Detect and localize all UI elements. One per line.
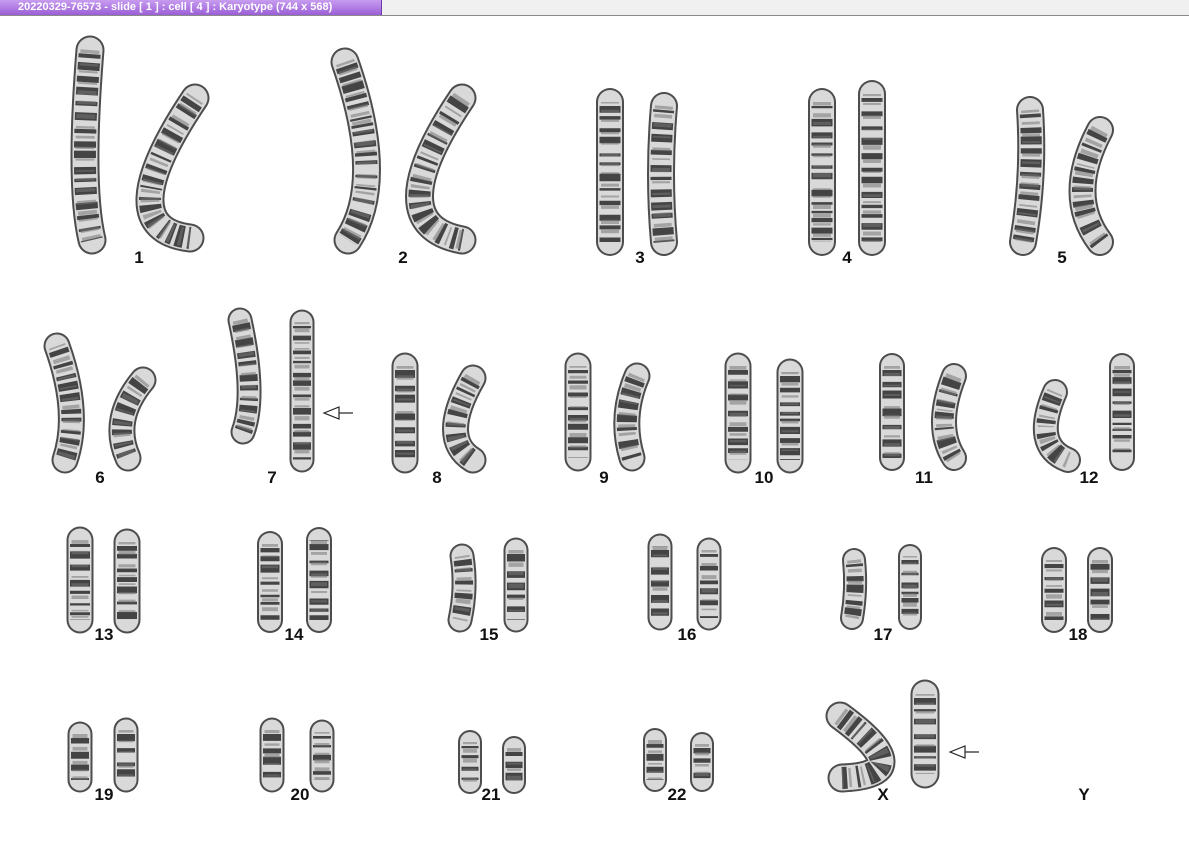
chromosome-17-a[interactable] — [840, 548, 868, 630]
chromosome-6-a[interactable] — [43, 332, 85, 474]
chromosome-label-21: 21 — [482, 785, 501, 804]
chromosome-label-6: 6 — [95, 468, 104, 487]
chromosome-pair-1[interactable] — [70, 35, 210, 255]
chromosome-pair-17[interactable] — [840, 544, 923, 630]
chromosome-x-a[interactable] — [825, 701, 896, 793]
chromosome-pair-19[interactable] — [67, 717, 139, 793]
chromosome-pair-5[interactable] — [1009, 96, 1114, 256]
chromosome-pair-4[interactable] — [807, 80, 887, 256]
chromosome-label-17: 17 — [874, 625, 893, 644]
chromosome-1-a[interactable] — [70, 35, 107, 255]
window-title-tab[interactable]: 20220329-76573 - slide [ 1 ] : cell [ 4 … — [0, 0, 382, 15]
karyotype-canvas: 1 2 3 4 56 7 8 9 10 11 1213 14 15 16 17 1819 20 21 22 X Y — [43, 35, 1136, 804]
chromosome-pair-20[interactable] — [259, 717, 335, 793]
chromosome-6-b[interactable] — [108, 366, 157, 472]
chromosome-label-y: Y — [1078, 785, 1090, 804]
chromosome-pair-11[interactable] — [878, 353, 967, 471]
chromosome-label-18: 18 — [1069, 625, 1088, 644]
chromosome-8-b[interactable] — [442, 364, 487, 474]
chromosome-pair-7[interactable] — [227, 307, 315, 473]
chromosome-7-a[interactable] — [227, 307, 262, 445]
chromosome-pair-10[interactable] — [724, 352, 804, 474]
chromosome-label-9: 9 — [599, 468, 608, 487]
chromosome-1-b[interactable] — [135, 83, 210, 253]
chromosome-pair-21[interactable] — [458, 730, 527, 794]
chromosome-pair-13[interactable] — [66, 526, 141, 634]
chromosome-label-13: 13 — [95, 625, 114, 644]
chromosome-pair-8[interactable] — [391, 352, 487, 474]
chromosome-pair-3[interactable] — [595, 88, 678, 256]
chromosome-pair-2[interactable] — [330, 47, 477, 255]
chromosome-label-5: 5 — [1057, 248, 1066, 267]
chromosome-5-a[interactable] — [1009, 96, 1046, 256]
chromosome-label-11: 11 — [915, 468, 933, 487]
window-titlebar: 20220329-76573 - slide [ 1 ] : cell [ 4 … — [0, 0, 1189, 16]
chromosome-label-8: 8 — [432, 468, 441, 487]
chromosome-15-a[interactable] — [447, 543, 477, 633]
chromosome-2-a[interactable] — [330, 47, 381, 255]
chromosome-pair-9[interactable] — [564, 352, 651, 472]
chromosome-12-a[interactable] — [1032, 379, 1081, 473]
chromosome-3-b[interactable] — [647, 92, 678, 256]
chromosome-label-7: 7 — [267, 468, 276, 487]
chromosome-pair-18[interactable] — [1041, 547, 1113, 633]
chromosome-label-22: 22 — [668, 785, 687, 804]
chromosome-pair-x[interactable] — [825, 679, 940, 793]
chromosome-label-16: 16 — [678, 625, 697, 644]
chromosome-label-15: 15 — [480, 625, 499, 644]
chromosome-label-2: 2 — [398, 248, 407, 267]
chromosome-pair-22[interactable] — [643, 728, 714, 792]
chromosome-label-x: X — [877, 785, 889, 804]
chromosome-5-b[interactable] — [1068, 116, 1114, 256]
arrow-left-icon — [948, 745, 979, 759]
chromosome-label-3: 3 — [635, 248, 644, 267]
chromosome-pair-16[interactable] — [647, 533, 722, 631]
chromosome-pair-6[interactable] — [43, 332, 157, 474]
chromosome-label-1: 1 — [134, 248, 143, 267]
chromosome-label-4: 4 — [842, 248, 852, 267]
chromosome-11-b[interactable] — [931, 363, 967, 471]
chromosome-label-10: 10 — [755, 468, 774, 487]
chromosome-label-12: 12 — [1080, 468, 1099, 487]
chromosome-9-b[interactable] — [613, 362, 651, 472]
chromosome-pair-14[interactable] — [257, 527, 333, 633]
chromosome-label-20: 20 — [291, 785, 310, 804]
chromosome-label-19: 19 — [95, 785, 114, 804]
chromosome-label-14: 14 — [285, 625, 304, 644]
chromosome-pair-15[interactable] — [447, 537, 529, 633]
chromosome-pair-12[interactable] — [1032, 353, 1136, 473]
chromosome-2-b[interactable] — [405, 83, 477, 255]
arrow-left-icon — [322, 406, 353, 420]
